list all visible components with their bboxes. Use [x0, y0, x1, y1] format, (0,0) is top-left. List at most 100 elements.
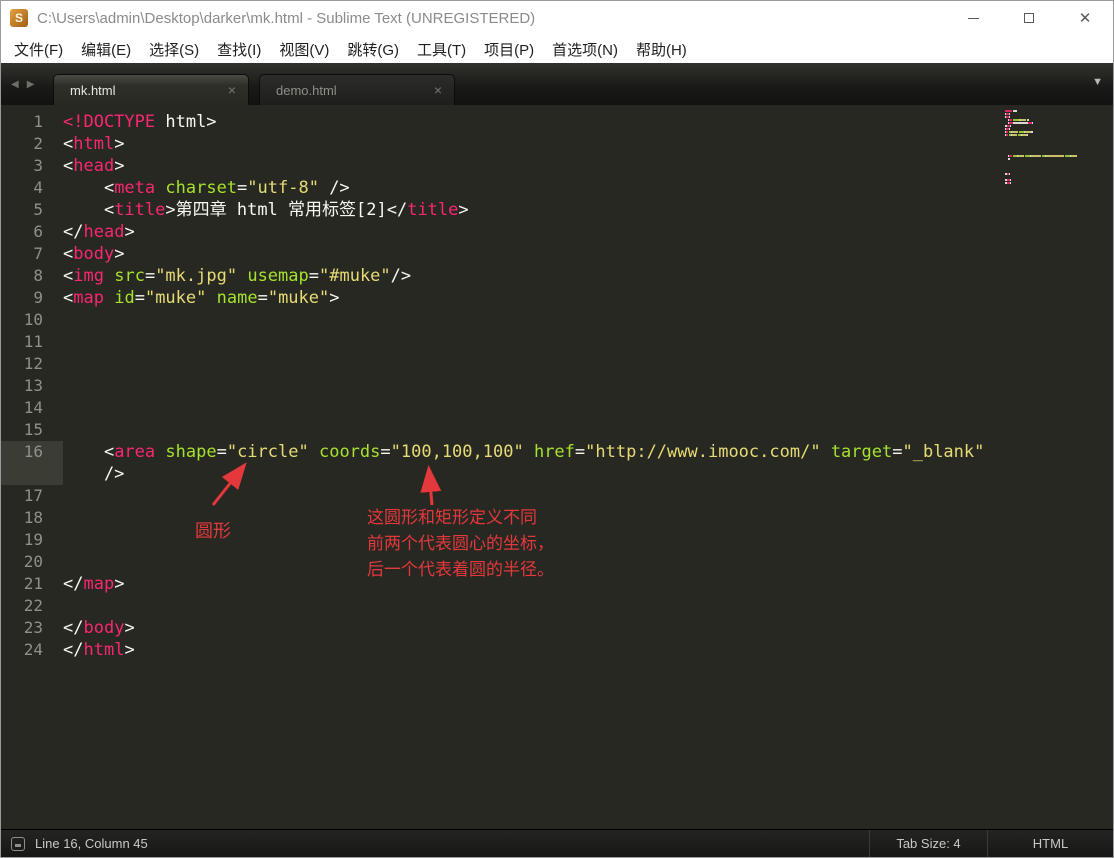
- line-number: 1: [33, 112, 43, 131]
- tab-close-icon[interactable]: ×: [430, 82, 446, 98]
- menu-item[interactable]: 跳转(G): [338, 39, 408, 60]
- minimap-line: [1005, 161, 1097, 163]
- minimap-line: [1005, 122, 1097, 124]
- tab-demo.html[interactable]: demo.html ×: [259, 74, 455, 105]
- line-number: 3: [33, 156, 43, 175]
- code-line: 7 <body>: [1, 243, 1113, 265]
- code-line: 13: [1, 375, 1113, 397]
- code-line: 16 <area shape="circle" coords="100,100,…: [1, 441, 1113, 463]
- minimize-icon: [967, 17, 979, 19]
- line-number: 4: [33, 178, 43, 197]
- annotation-note-line: 前两个代表圆心的坐标，: [367, 534, 554, 553]
- syntax-indicator[interactable]: HTML: [987, 830, 1113, 857]
- code-text: <img src="mk.jpg" usemap="#muke"/>: [63, 266, 412, 286]
- title-bar[interactable]: S C:\Users\admin\Desktop\darker\mk.html …: [1, 1, 1113, 35]
- code-line: 15: [1, 419, 1113, 441]
- status-bar: Line 16, Column 45 Tab Size: 4 HTML: [1, 829, 1113, 857]
- line-number: 22: [23, 596, 43, 615]
- menu-item[interactable]: 工具(T): [408, 39, 475, 60]
- minimap-line: [1005, 164, 1097, 166]
- minimap-line: [1005, 134, 1097, 136]
- line-number: 24: [23, 640, 43, 659]
- code-lines: 1 <!DOCTYPE html> 2 <html> 3 <head> 4 <meta ch…: [1, 111, 1113, 661]
- status-right: Tab Size: 4 HTML: [869, 830, 1113, 857]
- minimize-button[interactable]: [945, 1, 1001, 35]
- line-number: 14: [23, 398, 43, 417]
- line-number: 21: [23, 574, 43, 593]
- menu-item[interactable]: 查找(I): [208, 39, 270, 60]
- line-number: 17: [23, 486, 43, 505]
- line-number: 11: [23, 332, 43, 351]
- menu-item[interactable]: 视图(V): [270, 39, 338, 60]
- code-line: />: [1, 463, 1113, 485]
- minimap-line: [1005, 125, 1097, 127]
- code-line: 1 <!DOCTYPE html>: [1, 111, 1113, 133]
- code-line: 5 <title>第四章 html 常用标签[2]</title>: [1, 199, 1113, 221]
- tab-close-icon[interactable]: ×: [224, 82, 240, 98]
- line-number: 8: [33, 266, 43, 285]
- annotation-note: 这圆形和矩形定义不同 前两个代表圆心的坐标， 后一个代表着圆的半径。: [367, 505, 554, 583]
- line-number: 9: [33, 288, 43, 307]
- code-line: 12: [1, 353, 1113, 375]
- code-text: <head>: [63, 156, 125, 176]
- minimap-line: [1005, 149, 1097, 151]
- tab-bar: ◀ ▶ mk.html × demo.html × ▼: [1, 63, 1113, 105]
- maximize-icon: [1024, 13, 1034, 23]
- code-line: 24 </html>: [1, 639, 1113, 661]
- tab-overflow-dropdown-icon[interactable]: ▼: [1092, 76, 1103, 88]
- minimap-line: [1005, 110, 1097, 112]
- code-text: <title>第四章 html 常用标签[2]</title>: [63, 200, 469, 220]
- code-text: </body>: [63, 618, 135, 638]
- line-number: 2: [33, 134, 43, 153]
- code-line: 21 </map>: [1, 573, 1113, 595]
- menu-bar: 文件(F) 编辑(E) 选择(S) 查找(I) 视图(V) 跳转(G) 工具(T) 项目(P)…: [1, 35, 1113, 63]
- minimap-line: [1005, 155, 1097, 157]
- code-text: </head>: [63, 222, 135, 242]
- code-line: 14: [1, 397, 1113, 419]
- minimap[interactable]: [1005, 110, 1097, 185]
- line-number: 23: [23, 618, 43, 637]
- code-text: <map id="muke" name="muke">: [63, 288, 340, 308]
- code-line: 10: [1, 309, 1113, 331]
- menu-item[interactable]: 帮助(H): [627, 39, 696, 60]
- menu-item[interactable]: 编辑(E): [72, 39, 140, 60]
- tab-scroll-left-icon[interactable]: ◀: [11, 79, 19, 90]
- minimap-line: [1005, 140, 1097, 142]
- logo-letter: S: [14, 11, 23, 25]
- code-line: 23 </body>: [1, 617, 1113, 639]
- menu-item[interactable]: 首选项(N): [543, 39, 627, 60]
- code-text: </html>: [63, 640, 135, 660]
- menu-item[interactable]: 项目(P): [475, 39, 543, 60]
- minimap-line: [1005, 176, 1097, 178]
- minimap-line: [1005, 137, 1097, 139]
- minimap-line: [1005, 128, 1097, 130]
- code-line: 3 <head>: [1, 155, 1113, 177]
- minimap-line: [1005, 152, 1097, 154]
- close-button[interactable]: ✕: [1057, 1, 1113, 35]
- minimap-line: [1005, 113, 1097, 115]
- code-text: />: [63, 464, 125, 484]
- tab-scroll-right-icon[interactable]: ▶: [27, 79, 35, 90]
- line-number: 5: [33, 200, 43, 219]
- window-controls: ✕: [945, 1, 1113, 35]
- annotation-note-line: 这圆形和矩形定义不同: [367, 508, 537, 527]
- tab-size-indicator[interactable]: Tab Size: 4: [869, 830, 987, 857]
- line-number: 16: [1, 441, 63, 463]
- code-line: 17: [1, 485, 1113, 507]
- code-line: 22: [1, 595, 1113, 617]
- tab-mk.html[interactable]: mk.html ×: [53, 74, 249, 105]
- minimap-line: [1005, 167, 1097, 169]
- code-line: 2 <html>: [1, 133, 1113, 155]
- editor-area[interactable]: 1 <!DOCTYPE html> 2 <html> 3 <head> 4 <meta ch…: [1, 105, 1113, 829]
- window-title: C:\Users\admin\Desktop\darker\mk.html - …: [37, 9, 536, 27]
- menu-item[interactable]: 文件(F): [5, 39, 72, 60]
- minimap-line: [1005, 116, 1097, 118]
- line-number: [1, 463, 63, 485]
- menu-item[interactable]: 选择(S): [140, 39, 208, 60]
- annotation-label-circle: 圆形: [195, 521, 231, 541]
- sublime-window: S C:\Users\admin\Desktop\darker\mk.html …: [0, 0, 1114, 858]
- maximize-button[interactable]: [1001, 1, 1057, 35]
- minimap-line: [1005, 131, 1097, 133]
- status-panel-icon[interactable]: [11, 836, 25, 851]
- minimap-line: [1005, 179, 1097, 181]
